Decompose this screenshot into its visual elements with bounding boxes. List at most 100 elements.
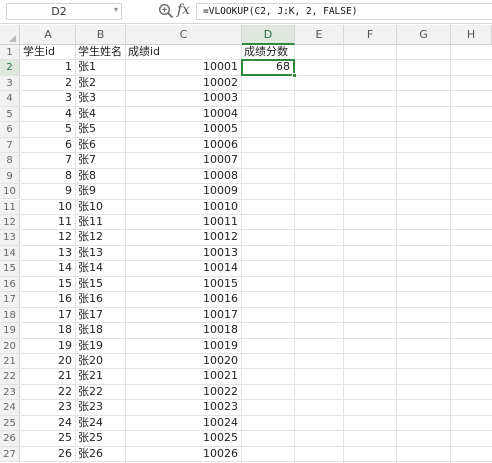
- active-cell[interactable]: 68: [241, 59, 297, 78]
- column-header-h[interactable]: H: [451, 25, 492, 45]
- column-header-b[interactable]: B: [76, 25, 126, 45]
- cell-student-name[interactable]: 张7: [76, 153, 125, 167]
- cell-student-id[interactable]: 2: [21, 76, 75, 90]
- cell-student-id[interactable]: 18: [21, 323, 75, 337]
- cell-student-name[interactable]: 张19: [76, 339, 125, 353]
- cell-student-id[interactable]: 24: [21, 416, 75, 430]
- cell-score-id[interactable]: 10018: [126, 323, 241, 337]
- cell-student-id[interactable]: 14: [21, 261, 75, 275]
- magnifier-icon[interactable]: [158, 3, 174, 19]
- cell-student-id[interactable]: 25: [21, 431, 75, 445]
- select-all-corner[interactable]: [0, 25, 20, 45]
- cell-score-id[interactable]: 10021: [126, 369, 241, 383]
- cell-student-id[interactable]: 17: [21, 308, 75, 322]
- cell-score-id[interactable]: 10026: [126, 447, 241, 461]
- row-header-11[interactable]: 11: [0, 199, 20, 215]
- fill-handle[interactable]: [292, 72, 297, 78]
- cell-score-id[interactable]: 10008: [126, 169, 241, 183]
- column-header-d[interactable]: D: [242, 25, 295, 45]
- column-header-f[interactable]: F: [344, 25, 397, 45]
- column-header-c[interactable]: C: [126, 25, 242, 45]
- cell-score-id[interactable]: 10003: [126, 91, 241, 105]
- header-cell-score-id[interactable]: 成绩id: [126, 45, 241, 59]
- row-header-4[interactable]: 4: [0, 91, 20, 107]
- cell-student-name[interactable]: 张13: [76, 246, 125, 260]
- row-header-21[interactable]: 21: [0, 354, 20, 370]
- cell-score-id[interactable]: 10010: [126, 200, 241, 214]
- cell-student-id[interactable]: 3: [21, 91, 75, 105]
- cell-student-name[interactable]: 张2: [76, 76, 125, 90]
- row-header-15[interactable]: 15: [0, 261, 20, 277]
- cell-score-id[interactable]: 10009: [126, 184, 241, 198]
- cell-student-id[interactable]: 6: [21, 138, 75, 152]
- cell-score-id[interactable]: 10004: [126, 107, 241, 121]
- row-header-12[interactable]: 12: [0, 214, 20, 231]
- cell-student-id[interactable]: 23: [21, 400, 75, 414]
- cell-student-id[interactable]: 26: [21, 447, 75, 461]
- row-header-20[interactable]: 20: [0, 338, 20, 354]
- row-header-13[interactable]: 13: [0, 230, 20, 246]
- column-header-e[interactable]: E: [295, 25, 344, 45]
- cell-score-id[interactable]: 10024: [126, 416, 241, 430]
- cell-score-id[interactable]: 10019: [126, 339, 241, 353]
- cell-student-id[interactable]: 20: [21, 354, 75, 368]
- header-cell-student-id[interactable]: 学生id: [21, 45, 75, 59]
- cell-student-name[interactable]: 张4: [76, 107, 125, 121]
- cell-student-name[interactable]: 张14: [76, 261, 125, 275]
- cell-student-id[interactable]: 10: [21, 200, 75, 214]
- cell-student-name[interactable]: 张9: [76, 184, 125, 198]
- cell-student-name[interactable]: 张23: [76, 400, 125, 414]
- cell-score-id[interactable]: 10013: [126, 246, 241, 260]
- row-header-10[interactable]: 10: [0, 184, 20, 200]
- row-header-25[interactable]: 25: [0, 415, 20, 432]
- cell-score-id[interactable]: 10007: [126, 153, 241, 167]
- header-cell-student-name[interactable]: 学生姓名: [76, 45, 125, 59]
- cell-score-id[interactable]: 10025: [126, 431, 241, 445]
- cell-student-name[interactable]: 张22: [76, 385, 125, 399]
- cell-student-name[interactable]: 张10: [76, 200, 125, 214]
- cell-score-id[interactable]: 10017: [126, 308, 241, 322]
- formula-input[interactable]: =VLOOKUP(C2, J:K, 2, FALSE): [196, 3, 492, 20]
- row-header-23[interactable]: 23: [0, 384, 20, 401]
- cell-score-id[interactable]: 10015: [126, 277, 241, 291]
- cell-student-name[interactable]: 张3: [76, 91, 125, 105]
- row-header-16[interactable]: 16: [0, 276, 20, 293]
- cell-grid[interactable]: 学生id 学生姓名 成绩id 成绩分数 1 张1 10001 2 张2 10002 3 张3 10003…: [21, 45, 492, 463]
- cell-student-id[interactable]: 16: [21, 292, 75, 306]
- cell-student-name[interactable]: 张11: [76, 215, 125, 229]
- row-header-1[interactable]: 1: [0, 45, 20, 61]
- cell-student-name[interactable]: 张1: [76, 60, 125, 74]
- cell-student-name[interactable]: 张16: [76, 292, 125, 306]
- cell-score-id[interactable]: 10012: [126, 230, 241, 244]
- row-header-17[interactable]: 17: [0, 292, 20, 308]
- cell-score-id[interactable]: 10022: [126, 385, 241, 399]
- cell-student-id[interactable]: 21: [21, 369, 75, 383]
- chevron-down-icon[interactable]: ▾: [114, 5, 118, 14]
- row-header-2[interactable]: 2: [0, 60, 20, 76]
- cell-score-id[interactable]: 10006: [126, 138, 241, 152]
- row-header-8[interactable]: 8: [0, 153, 20, 169]
- cell-student-name[interactable]: 张12: [76, 230, 125, 244]
- header-cell-score[interactable]: 成绩分数: [242, 45, 294, 59]
- cell-student-id[interactable]: 9: [21, 184, 75, 198]
- cell-score-id[interactable]: 10001: [126, 60, 241, 74]
- row-header-3[interactable]: 3: [0, 75, 20, 92]
- cell-student-name[interactable]: 张15: [76, 277, 125, 291]
- cell-student-name[interactable]: 张6: [76, 138, 125, 152]
- row-header-9[interactable]: 9: [0, 168, 20, 185]
- row-header-5[interactable]: 5: [0, 106, 20, 123]
- row-header-27[interactable]: 27: [0, 446, 20, 463]
- cell-student-name[interactable]: 张24: [76, 416, 125, 430]
- cell-student-id[interactable]: 19: [21, 339, 75, 353]
- name-box[interactable]: D2 ▾: [6, 3, 122, 20]
- cell-score-id[interactable]: 10011: [126, 215, 241, 229]
- row-header-6[interactable]: 6: [0, 122, 20, 138]
- cell-student-name[interactable]: 张20: [76, 354, 125, 368]
- cell-student-name[interactable]: 张26: [76, 447, 125, 461]
- fx-icon[interactable]: fx: [177, 2, 190, 18]
- cell-score-id[interactable]: 10005: [126, 122, 241, 136]
- cell-student-id[interactable]: 12: [21, 230, 75, 244]
- column-header-g[interactable]: G: [397, 25, 451, 45]
- row-header-24[interactable]: 24: [0, 400, 20, 416]
- cell-score-id[interactable]: 10016: [126, 292, 241, 306]
